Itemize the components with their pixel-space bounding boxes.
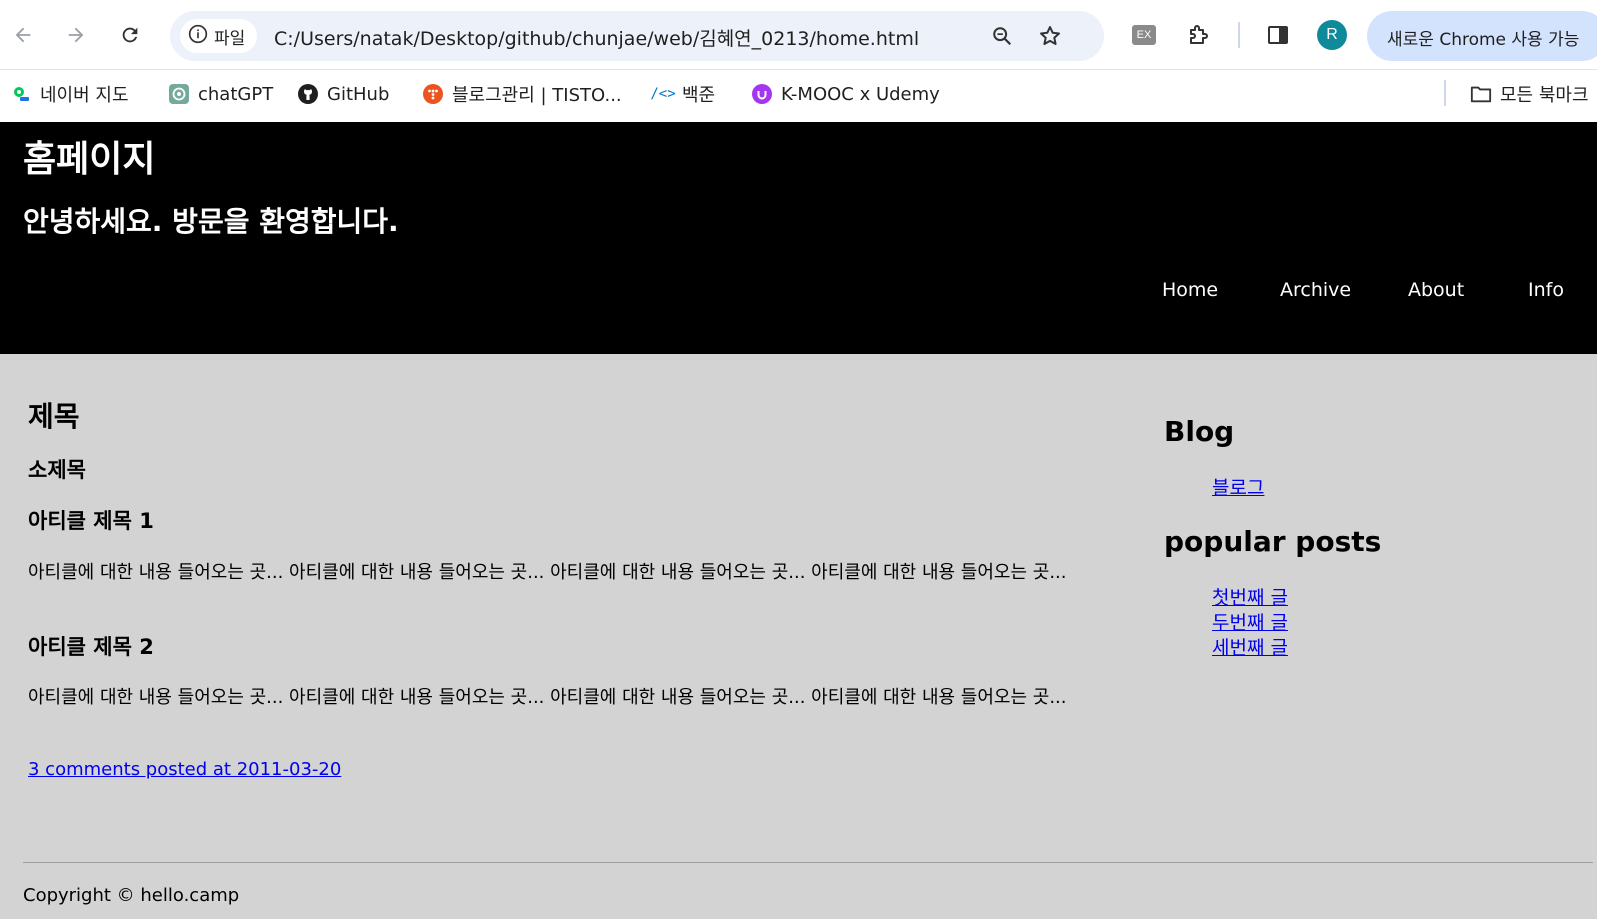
article-title: 아티클 제목 2: [28, 635, 154, 659]
forward-arrow-icon[interactable]: [58, 17, 94, 53]
udemy-icon: [751, 83, 773, 105]
extension-ex-icon[interactable]: EX: [1128, 19, 1160, 51]
nav-info[interactable]: Info: [1528, 279, 1564, 301]
bookmark-naver-map[interactable]: 네이버 지도: [10, 79, 129, 109]
bookmark-github[interactable]: GitHub: [297, 79, 389, 109]
comments-link[interactable]: 3 comments posted at 2011-03-20: [28, 759, 341, 780]
site-header: 홈페이지 안녕하세요. 방문을 환영합니다. Home Archive Abou…: [0, 122, 1597, 354]
url-text[interactable]: C:/Users/natak/Desktop/github/chunjae/we…: [274, 24, 919, 51]
blog-heading: Blog: [1164, 415, 1235, 448]
site-title: 홈페이지: [23, 139, 156, 180]
bookmark-baekjoon[interactable]: /<> 백준: [650, 79, 716, 109]
popular-posts-heading: popular posts: [1164, 525, 1382, 558]
popular-post-link[interactable]: 첫번째 글: [1212, 583, 1288, 610]
bookmark-tistory[interactable]: 블로그관리 | TISTO...: [422, 79, 622, 109]
footer-divider: [23, 862, 1593, 863]
footer-copyright: Copyright © hello.camp: [23, 885, 240, 906]
bookmarks-divider: [1444, 80, 1446, 106]
address-bar[interactable]: 파일 C:/Users/natak/Desktop/github/chunjae…: [170, 11, 1104, 61]
reload-icon[interactable]: [112, 17, 148, 53]
page-subtitle: 소제목: [28, 458, 86, 482]
article-body: 아티클에 대한 내용 들어오는 곳... 아티클에 대한 내용 들어오는 곳..…: [28, 687, 1067, 708]
popular-post-link[interactable]: 두번째 글: [1212, 608, 1288, 635]
chip-label: 파일: [214, 28, 246, 49]
folder-icon: [1470, 83, 1492, 105]
all-bookmarks-folder[interactable]: 모든 북마크: [1470, 79, 1589, 109]
github-icon: [297, 83, 319, 105]
bookmark-kmooc-udemy[interactable]: K-MOOC x Udemy: [751, 79, 940, 109]
bookmark-label: 블로그관리 | TISTO...: [452, 85, 622, 106]
site-subtitle: 안녕하세요. 방문을 환영합니다.: [23, 205, 399, 238]
bookmark-star-icon[interactable]: [1036, 22, 1064, 50]
chatgpt-icon: [168, 83, 190, 105]
site-info-chip[interactable]: 파일: [180, 19, 258, 53]
naver-map-icon: [10, 83, 32, 105]
toolbar-divider: [1238, 22, 1240, 48]
browser-toolbar: 파일 C:/Users/natak/Desktop/github/chunjae…: [0, 0, 1597, 70]
popular-post-link[interactable]: 세번째 글: [1212, 633, 1288, 660]
page-title: 제목: [28, 400, 80, 433]
bookmark-label: 네이버 지도: [40, 85, 129, 106]
nav-archive[interactable]: Archive: [1280, 279, 1351, 301]
bookmark-label: chatGPT: [198, 83, 274, 105]
nav-about[interactable]: About: [1408, 279, 1464, 301]
bookmark-label: GitHub: [327, 83, 390, 105]
baekjoon-icon: /<>: [650, 86, 676, 102]
nav-home[interactable]: Home: [1162, 279, 1218, 301]
profile-avatar[interactable]: R: [1317, 20, 1347, 50]
blog-link[interactable]: 블로그: [1212, 473, 1264, 500]
info-icon: [188, 24, 208, 49]
back-arrow-icon[interactable]: [5, 17, 41, 53]
bookmarks-bar: 네이버 지도 chatGPT GitHub 블로그관리 | TISTO... /…: [0, 70, 1597, 122]
side-panel-icon[interactable]: [1262, 19, 1294, 51]
bookmark-label: K-MOOC x Udemy: [781, 83, 940, 105]
article-body: 아티클에 대한 내용 들어오는 곳... 아티클에 대한 내용 들어오는 곳..…: [28, 562, 1067, 583]
extensions-puzzle-icon[interactable]: [1182, 19, 1214, 51]
tistory-icon: [422, 83, 444, 105]
chrome-update-button[interactable]: 새로운 Chrome 사용 가능: [1367, 11, 1597, 61]
bookmark-label: 모든 북마크: [1500, 85, 1589, 106]
article-title: 아티클 제목 1: [28, 509, 154, 533]
zoom-icon[interactable]: [988, 22, 1016, 50]
bookmark-chatgpt[interactable]: chatGPT: [168, 79, 273, 109]
bookmark-label: 백준: [682, 85, 716, 106]
